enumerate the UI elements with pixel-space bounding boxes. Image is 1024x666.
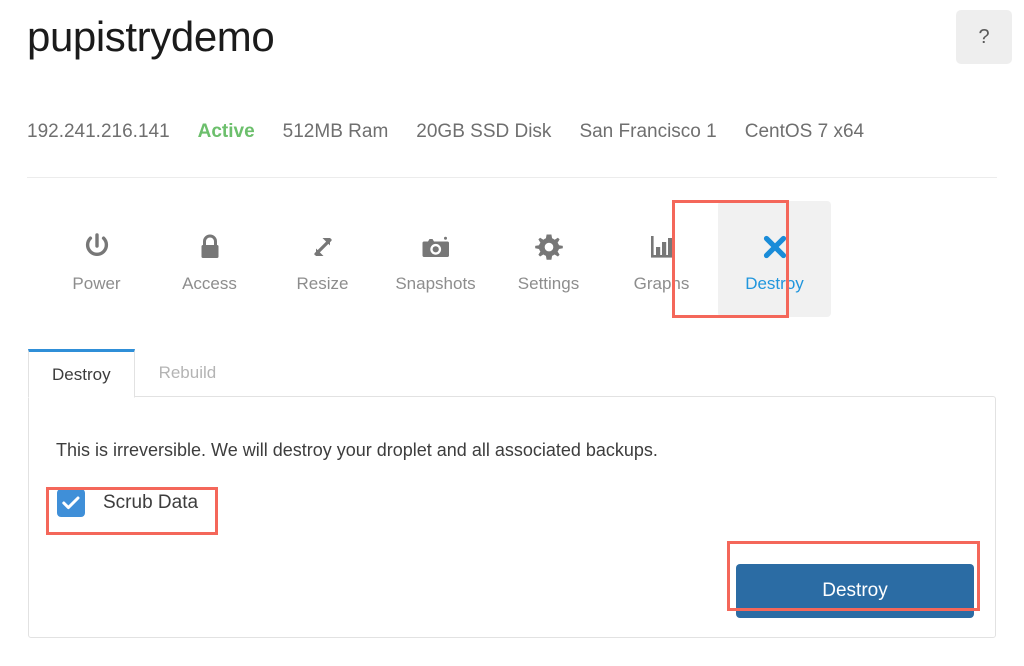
lock-icon [198,227,222,267]
scrub-data-label: Scrub Data [103,492,199,513]
icon-tab-label: Graphs [633,273,690,293]
checkmark-icon [62,496,80,510]
panel-tab-list: Destroy Rebuild [28,349,241,398]
power-icon [84,227,110,267]
icon-tab-label: Access [182,273,237,293]
droplet-icon-tabs: Power Access Resize Snapshots Settings G… [40,201,831,317]
droplet-detail-page: pupistrydemo ? 192.241.216.141 Active 51… [0,0,1024,666]
meta-region: San Francisco 1 [579,121,717,142]
icon-tab-snapshots[interactable]: Snapshots [379,201,492,317]
question-mark-icon: ? [978,25,990,48]
icon-tab-destroy[interactable]: Destroy [718,201,831,317]
destroy-panel-body: This is irreversible. We will destroy yo… [28,396,996,638]
icon-tab-label: Destroy [745,273,804,293]
icon-tab-label: Resize [296,273,349,293]
gear-icon [534,227,563,267]
bar-chart-icon [649,227,675,267]
meta-memory: 512MB Ram [282,121,389,142]
icon-tab-label: Power [72,273,121,293]
x-close-icon [761,227,789,267]
status-badge: Active [197,121,255,142]
destroy-submit-button[interactable]: Destroy [736,564,974,618]
page-title: pupistrydemo [27,13,275,60]
panel-tab-label: Destroy [52,364,111,384]
header-divider [27,177,997,178]
scrub-data-checkbox[interactable]: Scrub Data [57,489,198,517]
icon-tab-access[interactable]: Access [153,201,266,317]
droplet-meta-row: 192.241.216.141 Active 512MB Ram 20GB SS… [27,121,864,143]
irreversible-warning-text: This is irreversible. We will destroy yo… [56,440,658,460]
destroy-panel: Destroy Rebuild This is irreversible. We… [28,349,996,638]
checkbox-box[interactable] [57,489,85,517]
panel-tab-label: Rebuild [158,363,217,382]
icon-tab-label: Snapshots [395,273,476,293]
resize-icon [309,227,337,267]
help-button[interactable]: ? [956,10,1012,64]
meta-disk: 20GB SSD Disk [416,121,552,142]
icon-tab-power[interactable]: Power [40,201,153,317]
meta-os: CentOS 7 x64 [744,121,865,142]
icon-tab-settings[interactable]: Settings [492,201,605,317]
icon-tab-resize[interactable]: Resize [266,201,379,317]
meta-ip-address: 192.241.216.141 [27,121,170,142]
panel-tab-rebuild[interactable]: Rebuild [135,349,241,397]
icon-tab-graphs[interactable]: Graphs [605,201,718,317]
icon-tab-label: Settings [517,273,580,293]
destroy-submit-label: Destroy [822,580,888,601]
panel-tab-destroy[interactable]: Destroy [28,349,135,398]
camera-icon [421,227,451,267]
